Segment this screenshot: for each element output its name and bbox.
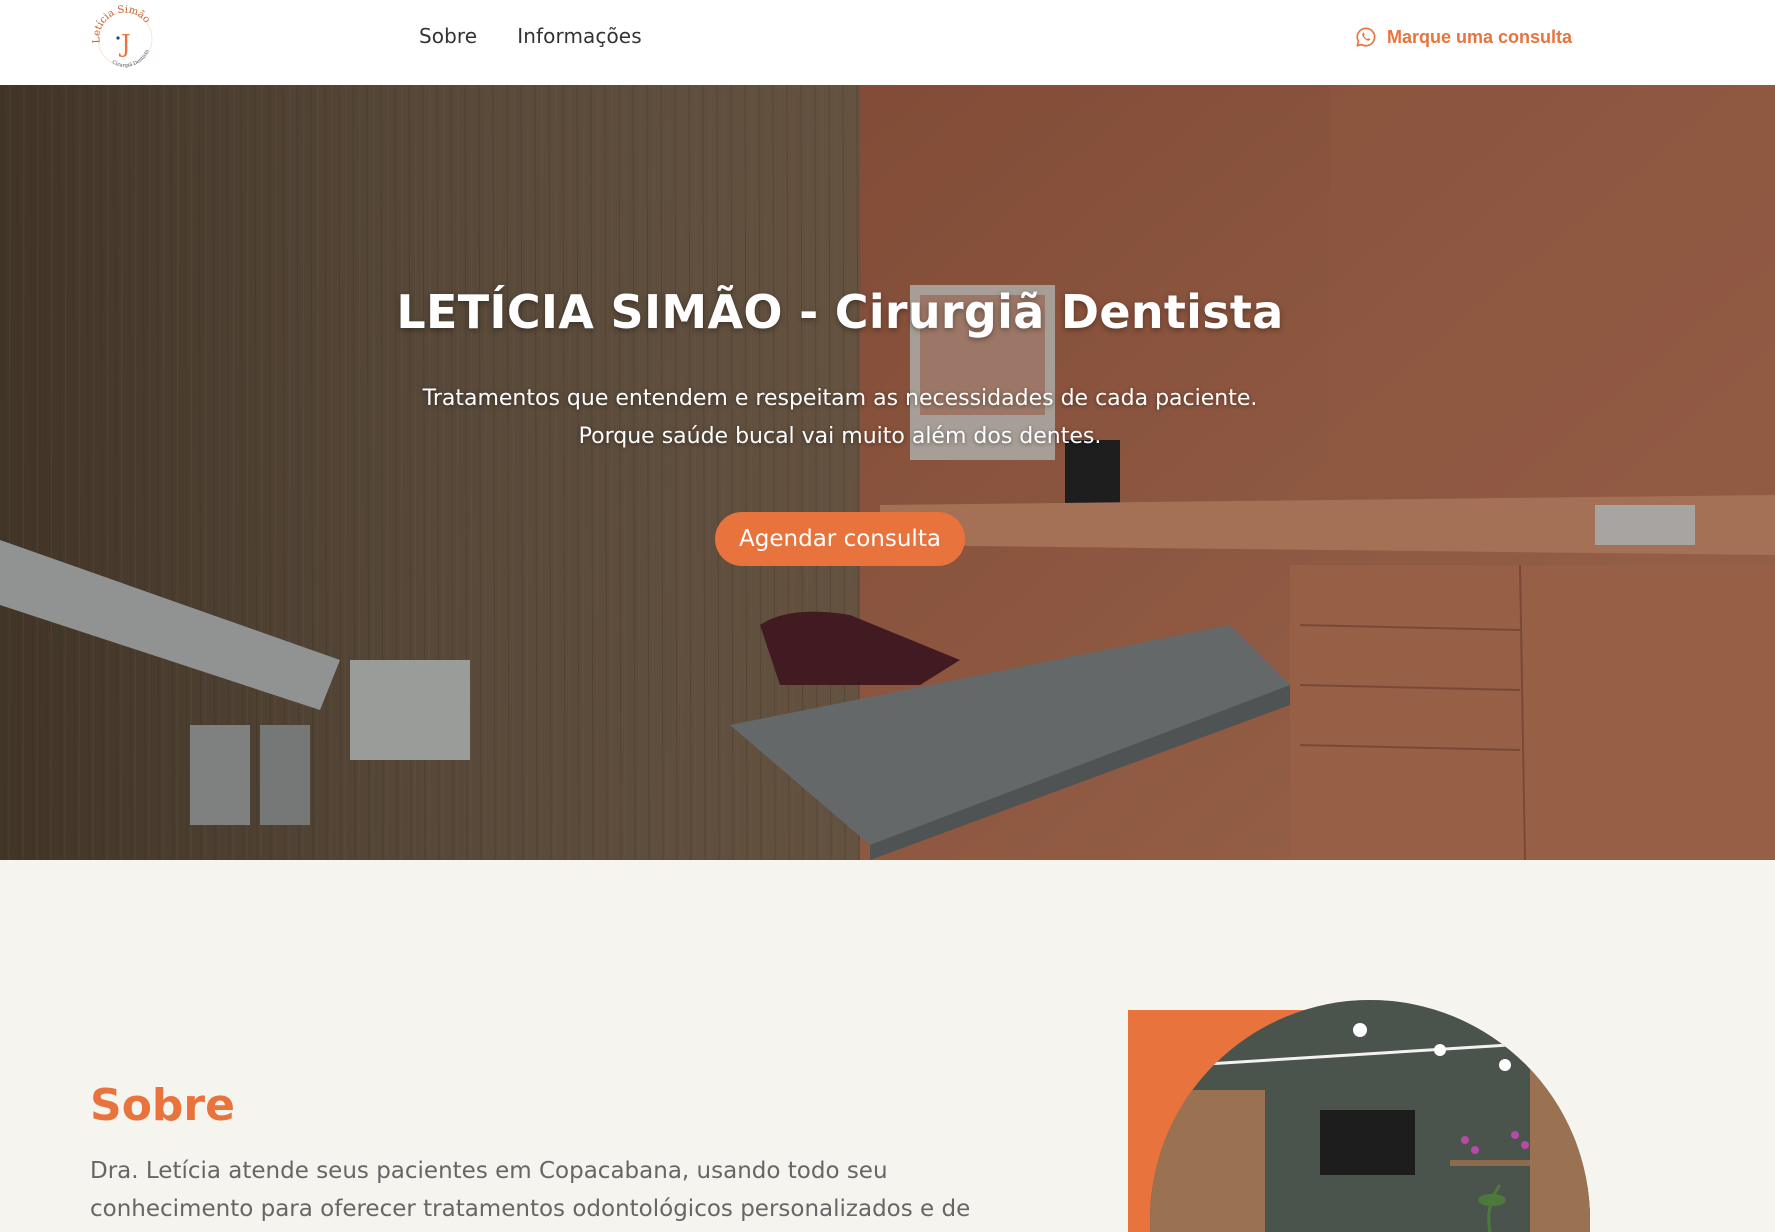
nav-link-informacoes[interactable]: Informações	[517, 24, 642, 48]
logo-text-bottom: Cirurgiã Dentista	[111, 49, 151, 69]
svg-text:Cirurgiã Dentista: Cirurgiã Dentista	[111, 49, 151, 69]
hero-overlay	[0, 85, 1775, 860]
about-title: Sobre	[90, 1080, 235, 1131]
logo-monogram: J	[118, 30, 131, 58]
whatsapp-consulta-link[interactable]: Marque uma consulta	[1355, 26, 1572, 48]
site-header: Letícia Simão Cirurgiã Dentista J Sobre …	[0, 0, 1775, 85]
hero-section: LETÍCIA SIMÃO - Cirurgiã Dentista Tratam…	[0, 85, 1775, 860]
nav-link-sobre[interactable]: Sobre	[419, 24, 477, 48]
about-text-line-2: conhecimento para oferecer tratamentos o…	[90, 1196, 971, 1222]
agendar-consulta-button[interactable]: Agendar consulta	[715, 512, 965, 566]
hero-title: LETÍCIA SIMÃO - Cirurgiã Dentista	[396, 285, 1284, 339]
about-text: Dra. Letícia atende seus pacientes em Co…	[90, 1152, 990, 1228]
main-nav: Sobre Informações	[419, 24, 642, 48]
hero-subtitle-line-1: Tratamentos que entendem e respeitam as …	[422, 386, 1258, 411]
about-clinic-photo	[1128, 1000, 1590, 1232]
about-text-line-1: Dra. Letícia atende seus pacientes em Co…	[90, 1158, 888, 1184]
logo: Letícia Simão Cirurgiã Dentista J	[91, 4, 153, 69]
hero-subtitle: Tratamentos que entendem e respeitam as …	[0, 380, 1680, 456]
whatsapp-icon	[1356, 27, 1376, 47]
cta-label: Marque uma consulta	[1387, 26, 1573, 47]
hero-subtitle-line-2: Porque saúde bucal vai muito além dos de…	[578, 424, 1102, 449]
